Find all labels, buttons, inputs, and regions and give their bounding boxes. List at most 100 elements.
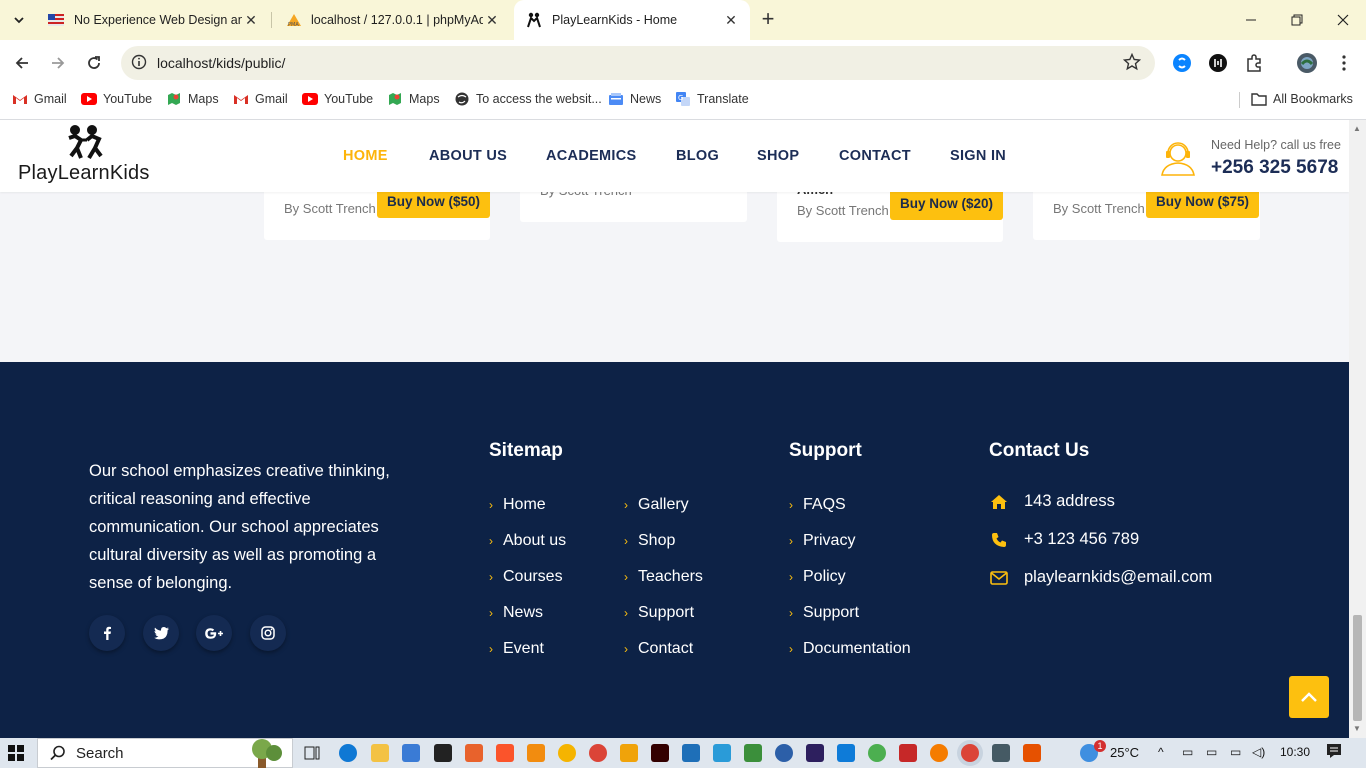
taskbar-search-box[interactable]: Search [37,738,293,768]
scroll-down-arrow-icon[interactable]: ▼ [1353,724,1361,733]
illustrator-icon[interactable] [651,744,669,762]
bookmark-youtube[interactable]: YouTube [81,91,152,107]
facebook-button[interactable] [89,615,125,651]
sitemap-link-courses[interactable]: › Courses [489,568,563,586]
temperature-text[interactable]: 25°C [1110,745,1139,760]
minimize-button[interactable] [1228,0,1274,40]
display-icon[interactable]: ▭ [1206,745,1217,759]
support-link-policy[interactable]: › Policy [789,568,846,586]
sitemap-link-support[interactable]: › Support [624,604,694,622]
page-scrollbar[interactable]: ▲ ▼ [1349,120,1366,738]
brave-icon[interactable] [496,744,514,762]
shazam-extension-icon[interactable] [1171,52,1193,74]
support-link-support[interactable]: › Support [789,604,859,622]
back-button[interactable] [8,49,36,77]
site-logo-text[interactable]: PlayLearnKids [18,162,150,185]
network-icon[interactable]: ▭ [1182,745,1193,759]
scroll-up-arrow-icon[interactable]: ▲ [1353,124,1361,133]
xampp-icon[interactable] [1023,744,1041,762]
bookmark-gmail[interactable]: Gmail [12,91,67,107]
mail-icon[interactable] [434,744,452,762]
support-link-privacy[interactable]: › Privacy [789,532,855,550]
chevron-up-icon[interactable]: ^ [1158,745,1164,759]
sitemap-link-teachers[interactable]: › Teachers [624,568,703,586]
nav-about-us[interactable]: ABOUT US [429,148,507,164]
chrome-active-icon[interactable] [961,744,979,762]
chrome-icon[interactable] [589,744,607,762]
help-phone[interactable]: +256 325 5678 [1211,157,1338,179]
sitemap-link-gallery[interactable]: › Gallery [624,496,689,514]
contact-phone[interactable]: +3 123 456 789 [1024,530,1139,549]
app-globe-icon[interactable] [775,744,793,762]
close-tab-icon[interactable]: ✕ [722,11,740,29]
close-tab-icon[interactable]: ✕ [242,11,260,29]
reload-button[interactable] [80,49,108,77]
file-explorer-icon[interactable] [371,744,389,762]
contact-email[interactable]: playlearnkids@email.com [1024,568,1212,587]
task-view-icon[interactable] [303,744,321,762]
search-tool-icon[interactable] [620,744,638,762]
kids-logo-icon[interactable] [63,124,105,165]
nav-blog[interactable]: BLOG [676,148,719,164]
close-tab-icon[interactable]: ✕ [483,11,501,29]
profile-avatar-icon[interactable] [1296,52,1318,74]
clock-time[interactable]: 10:30 [1280,745,1310,759]
speaker-icon[interactable]: ◁) [1252,745,1265,759]
bookmark-star-icon[interactable] [1122,52,1142,76]
scroll-to-top-button[interactable] [1289,676,1329,718]
sitemap-link-event[interactable]: › Event [489,640,544,658]
tab-playlearnkids[interactable]: PlayLearnKids - Home ✕ [514,0,750,40]
forward-button[interactable] [44,49,72,77]
bookmark-youtube-2[interactable]: YouTube [302,91,373,107]
new-tab-button[interactable]: + [756,8,780,32]
nav-shop[interactable]: SHOP [757,148,799,164]
audition-icon[interactable] [806,744,824,762]
firefox-icon[interactable] [930,744,948,762]
vscode-icon[interactable] [837,744,855,762]
google-plus-button[interactable] [196,615,232,651]
tab-phpmyadmin[interactable]: PMA localhost / 127.0.0.1 | phpMyAd ✕ [273,0,511,40]
address-bar[interactable]: localhost/kids/public/ [121,46,1155,80]
nav-home[interactable]: HOME [343,148,388,164]
bookmark-translate[interactable]: G Translate [675,91,749,107]
sitemap-link-contact[interactable]: › Contact [624,640,693,658]
site-info-icon[interactable] [131,54,147,75]
all-bookmarks-button[interactable]: All Bookmarks [1251,91,1353,107]
sitemap-link-shop[interactable]: › Shop [624,532,675,550]
notifications-icon[interactable] [1326,743,1342,762]
support-link-faqs[interactable]: › FAQS [789,496,846,514]
store-icon[interactable] [402,744,420,762]
sitemap-link-news[interactable]: › News [489,604,543,622]
browser-menu-icon[interactable] [1333,52,1355,74]
office-icon[interactable] [465,744,483,762]
app-edit-icon[interactable] [713,744,731,762]
bookmark-gmail-2[interactable]: Gmail [233,91,288,107]
app-red-icon[interactable] [899,744,917,762]
close-window-button[interactable] [1320,0,1366,40]
extensions-puzzle-icon[interactable] [1243,52,1265,74]
bookmark-access-website[interactable]: To access the websit... [454,91,602,107]
url-text[interactable]: localhost/kids/public/ [157,55,285,71]
vlc-icon[interactable] [527,744,545,762]
app-blue-icon[interactable] [682,744,700,762]
nav-academics[interactable]: ACADEMICS [546,148,637,164]
windows-start-button[interactable] [8,745,24,766]
restore-button[interactable] [1274,0,1320,40]
tab-search-button[interactable] [6,7,32,33]
nav-sign-in[interactable]: SIGN IN [950,148,1006,164]
bookmark-news[interactable]: News [608,91,661,107]
app-green-icon[interactable] [744,744,762,762]
bookmark-maps[interactable]: Maps [166,91,219,107]
support-link-documentation[interactable]: › Documentation [789,640,911,658]
sitemap-link-about[interactable]: › About us [489,532,566,550]
scrollbar-thumb[interactable] [1353,615,1362,721]
node-icon[interactable] [868,744,886,762]
extension-dark-icon[interactable] [1207,52,1229,74]
tab-web-design[interactable]: No Experience Web Design and ✕ [36,0,270,40]
battery-icon[interactable]: ▭ [1230,745,1241,759]
nav-contact[interactable]: CONTACT [839,148,911,164]
app-icon[interactable] [558,744,576,762]
instagram-button[interactable] [250,615,286,651]
edge-icon[interactable] [339,744,357,762]
bookmark-maps-2[interactable]: Maps [387,91,440,107]
